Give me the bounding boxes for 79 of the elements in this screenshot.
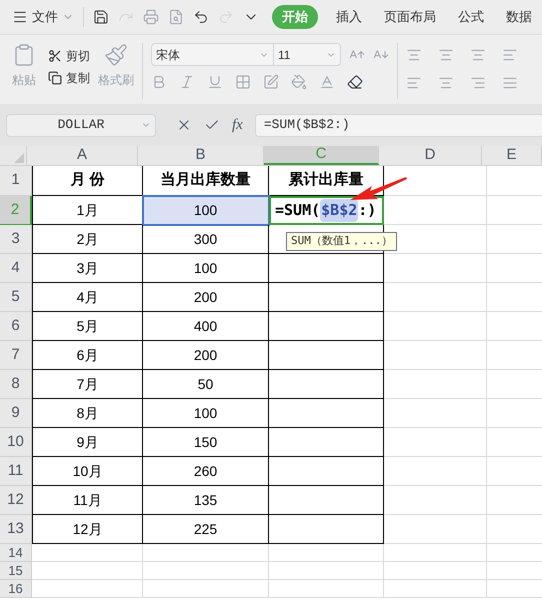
table-cell: 8月 bbox=[32, 399, 143, 428]
table-cell: 50 bbox=[143, 370, 269, 399]
table-cell: 5月 bbox=[32, 312, 143, 341]
row-header[interactable]: 11 bbox=[0, 457, 32, 486]
row-header[interactable]: 9 bbox=[0, 399, 32, 428]
corner-triangle-icon bbox=[14, 153, 24, 163]
function-button[interactable]: fx bbox=[232, 114, 243, 136]
row-header[interactable]: 3 bbox=[0, 225, 32, 254]
name-box[interactable]: DOLLAR bbox=[6, 114, 156, 136]
file-menu[interactable]: 文件 bbox=[12, 7, 74, 27]
fill-color-icon[interactable] bbox=[291, 74, 307, 90]
align-right-icon[interactable] bbox=[470, 75, 486, 91]
table-cell: 100 bbox=[143, 399, 269, 428]
align-bottom-icon[interactable] bbox=[470, 47, 486, 63]
table-cell: 300 bbox=[143, 225, 269, 254]
formula-field[interactable]: =SUM($B$2:) bbox=[254, 114, 542, 136]
column-header[interactable]: E bbox=[482, 146, 542, 165]
table-cell: 11月 bbox=[32, 486, 143, 515]
table-cell: 100 bbox=[143, 254, 269, 283]
font-color-icon[interactable] bbox=[319, 74, 335, 90]
row-header[interactable]: 4 bbox=[0, 254, 32, 283]
italic-icon[interactable] bbox=[179, 74, 195, 90]
ribbon-tab[interactable]: 插入 bbox=[332, 7, 366, 27]
table-cell: 12月 bbox=[32, 515, 143, 544]
copy-button[interactable]: 复制 bbox=[48, 69, 90, 87]
column-header[interactable]: D bbox=[379, 146, 482, 165]
paintbrush-icon bbox=[104, 43, 128, 67]
table-cell: 225 bbox=[143, 515, 269, 544]
save-icon[interactable] bbox=[93, 9, 109, 25]
table-cell: 260 bbox=[143, 457, 269, 486]
column-header[interactable]: A bbox=[27, 146, 138, 165]
border-icon[interactable] bbox=[235, 74, 251, 90]
table-cell: 4月 bbox=[32, 283, 143, 312]
align-top-icon[interactable] bbox=[406, 47, 422, 63]
row-header[interactable]: 7 bbox=[0, 341, 32, 370]
row-header[interactable]: 8 bbox=[0, 370, 32, 399]
printer-icon[interactable] bbox=[143, 9, 159, 25]
align-left-icon[interactable] bbox=[406, 75, 422, 91]
align-center-icon[interactable] bbox=[438, 75, 454, 91]
table-cell: 100 bbox=[143, 196, 269, 225]
row-header[interactable]: 10 bbox=[0, 428, 32, 457]
editing-cell: =SUM($B$2:) bbox=[269, 196, 384, 225]
function-tooltip: SUM（数值1，...） bbox=[286, 232, 398, 250]
print-preview-icon[interactable] bbox=[168, 9, 184, 25]
ribbon-tab[interactable]: 页面布局 bbox=[380, 7, 440, 27]
row-header[interactable]: 6 bbox=[0, 312, 32, 341]
outdent-icon[interactable] bbox=[502, 47, 518, 63]
table-cell: 150 bbox=[143, 428, 269, 457]
row-header[interactable]: 5 bbox=[0, 283, 32, 312]
table-cell: 400 bbox=[143, 312, 269, 341]
row-header[interactable]: 12 bbox=[0, 486, 32, 515]
eraser-icon[interactable] bbox=[347, 74, 363, 90]
redo-icon[interactable] bbox=[218, 9, 234, 25]
table-cell: 135 bbox=[143, 486, 269, 515]
table-cell: 200 bbox=[143, 283, 269, 312]
row-header[interactable]: 1 bbox=[0, 166, 32, 196]
row-header[interactable]: 16 bbox=[0, 580, 32, 598]
table-cell: 3月 bbox=[32, 254, 143, 283]
table-cell: 200 bbox=[143, 341, 269, 370]
underline-icon[interactable] bbox=[207, 74, 223, 90]
cell-style-icon[interactable] bbox=[263, 74, 279, 90]
scissors-icon bbox=[48, 49, 62, 63]
ribbon-tab[interactable]: 公式 bbox=[454, 7, 488, 27]
table-cell: 7月 bbox=[32, 370, 143, 399]
menu-icon bbox=[12, 9, 28, 25]
align-middle-icon[interactable] bbox=[438, 47, 454, 63]
cut-button[interactable]: 剪切 bbox=[48, 47, 90, 65]
table-cell: 月 份 bbox=[32, 166, 143, 196]
table-cell: 9月 bbox=[32, 428, 143, 457]
row-header[interactable]: 15 bbox=[0, 562, 32, 580]
table-cell: 6月 bbox=[32, 341, 143, 370]
ribbon-tab[interactable]: 数据 bbox=[502, 7, 536, 27]
undo-icon[interactable] bbox=[193, 9, 209, 25]
table-cell: 2月 bbox=[32, 225, 143, 254]
row-header[interactable]: 14 bbox=[0, 544, 32, 562]
row-header[interactable]: 13 bbox=[0, 515, 32, 544]
table-cell: 10月 bbox=[32, 457, 143, 486]
justify-icon[interactable] bbox=[502, 75, 518, 91]
copy-icon bbox=[48, 71, 62, 85]
